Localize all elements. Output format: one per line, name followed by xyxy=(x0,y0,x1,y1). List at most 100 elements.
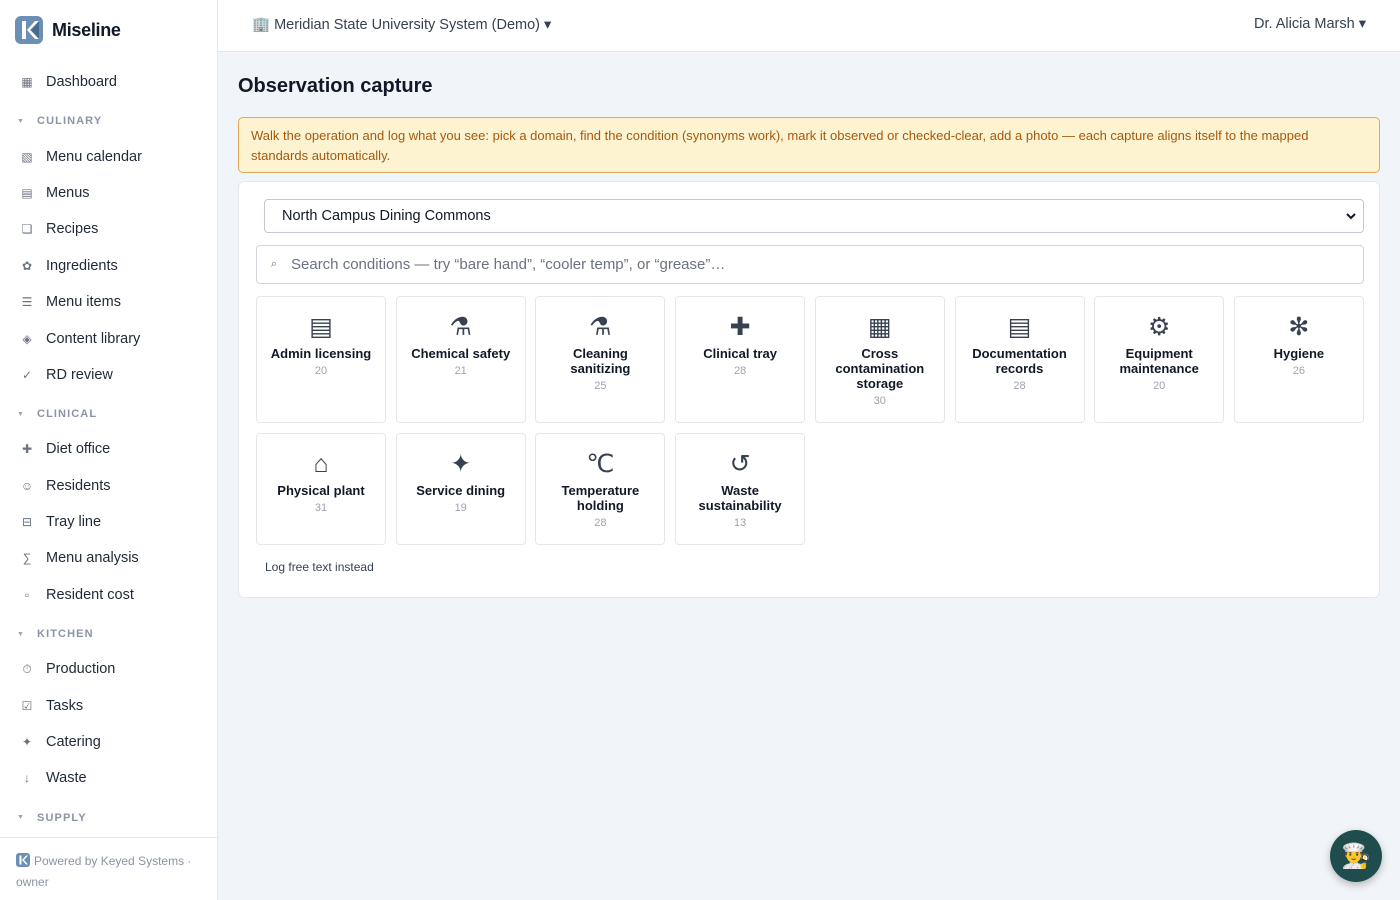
domain-name: Documentation records xyxy=(972,346,1067,376)
sidebar: Miseline ▦ Dashboard ▼ CULINARY ▧ Menu cale… xyxy=(0,0,218,900)
sidebar-item-tasks[interactable]: ☑ Tasks xyxy=(0,687,217,723)
sidebar-item-resident-cost[interactable]: ▫ Resident cost xyxy=(0,577,217,613)
domain-count: 30 xyxy=(873,395,886,407)
cross-icon: ✚ xyxy=(729,313,751,341)
sidebar-section-supply[interactable]: ▼ SUPPLY xyxy=(0,797,217,835)
sidebar-item-menu-items[interactable]: ☰ Menu items xyxy=(0,284,217,320)
domain-name: Service dining xyxy=(416,483,506,498)
domain-name: Waste sustainability xyxy=(698,483,782,513)
sidebar-item-catering[interactable]: ✦ Catering xyxy=(0,724,217,760)
chevron-down-icon xyxy=(1346,213,1356,220)
sidebar-item-ingredients[interactable]: ✿ Ingredients xyxy=(0,248,217,284)
check-icon: ✓ xyxy=(21,367,33,382)
flask-icon: ⚗ xyxy=(589,313,612,341)
topbar: 🏢 Meridian State University System (Demo… xyxy=(218,0,1400,52)
document-icon: ▤ xyxy=(1007,313,1032,341)
domain-tile-temperature-holding[interactable]: ℃ Temperature holding 28 xyxy=(535,433,666,545)
sidebar-item-label: Content library xyxy=(46,330,141,347)
search-input[interactable] xyxy=(291,256,1291,273)
sidebar-item-diet-office[interactable]: ✚ Diet office xyxy=(0,431,217,467)
domain-tile-chemical-safety[interactable]: ⚗ Chemical safety 21 xyxy=(395,296,526,423)
domain-count: 31 xyxy=(314,502,328,514)
sidebar-item-label: Waste xyxy=(46,770,87,787)
domain-tile-equipment-maintenance[interactable]: ⚙ Equipment maintenance 20 xyxy=(1094,296,1225,423)
book-icon: ❏ xyxy=(21,222,33,237)
user-role: owner xyxy=(16,875,49,889)
flower-icon: ✿ xyxy=(21,258,33,273)
recycle-icon: ↺ xyxy=(729,450,751,478)
caret-down-icon: ▼ xyxy=(17,117,26,125)
list-icon: ▤ xyxy=(21,185,33,200)
sidebar-section-title: CULINARY xyxy=(37,115,103,128)
sidebar-section-title: SUPPLY xyxy=(37,811,87,824)
domain-count: 28 xyxy=(733,365,747,377)
brand[interactable]: Miseline xyxy=(0,0,217,60)
location-select[interactable]: North Campus Dining Commons xyxy=(264,199,1364,233)
sidebar-section-culinary[interactable]: ▼ CULINARY xyxy=(0,100,217,138)
domain-name: Equipment maintenance xyxy=(1119,346,1199,376)
sidebar-item-waste[interactable]: ↓ Waste xyxy=(0,760,217,796)
powered-by-link[interactable]: Powered by Keyed Systems xyxy=(34,854,184,868)
sidebar-item-label: Tasks xyxy=(46,697,84,714)
domain-tile-service-dining[interactable]: ✦ Service dining 19 xyxy=(395,433,526,545)
brand-name: Miseline xyxy=(52,19,121,40)
domain-tile-cross-contamination-storage[interactable]: ▦ Cross contamination storage 30 xyxy=(814,296,945,423)
sidebar-item-production[interactable]: ⏱ Production xyxy=(0,651,217,687)
sidebar-item-label: Menus xyxy=(46,184,90,201)
domain-tile-hygiene[interactable]: ✻ Hygiene 26 xyxy=(1233,296,1364,423)
user-menu[interactable]: Dr. Alicia Marsh ▾ xyxy=(1254,16,1366,32)
sidebar-item-label: Production xyxy=(46,661,116,678)
domain-count: 28 xyxy=(1013,380,1026,392)
sidebar-section-clinical[interactable]: ▼ CLINICAL xyxy=(0,393,217,431)
sidebar-nav: ▦ Dashboard ▼ CULINARY ▧ Menu calendar ▤ Menu… xyxy=(0,64,217,836)
person-icon: ☺ xyxy=(20,478,34,493)
domain-tile-waste-sustainability[interactable]: ↺ Waste sustainability 13 xyxy=(675,433,806,545)
gear-icon: ⚙ xyxy=(1147,313,1171,341)
domain-tile-cleaning-sanitizing[interactable]: ⚗ Cleaning sanitizing 25 xyxy=(535,296,666,423)
org-switcher[interactable]: 🏢 Meridian State University System (Demo… xyxy=(252,16,551,33)
sidebar-item-residents[interactable]: ☺ Residents xyxy=(0,468,217,504)
house-icon: ⌂ xyxy=(313,450,329,478)
tray-icon: ⊟ xyxy=(21,515,33,530)
caret-down-icon: ▼ xyxy=(17,630,26,638)
domain-name: Temperature holding xyxy=(561,483,640,513)
domain-tile-clinical-tray[interactable]: ✚ Clinical tray 28 xyxy=(675,296,806,423)
square-icon: ▫ xyxy=(24,587,30,602)
domain-name: Physical plant xyxy=(277,483,365,498)
condition-search: ⌕ xyxy=(256,245,1364,284)
sidebar-item-recipes[interactable]: ❏ Recipes xyxy=(0,211,217,247)
assistant-chef-button[interactable]: 👨‍🍳 xyxy=(1330,830,1382,882)
sidebar-item-menu-calendar[interactable]: ▧ Menu calendar xyxy=(0,138,217,174)
instruction-notice: Walk the operation and log what you see:… xyxy=(238,117,1380,173)
sidebar-item-content-library[interactable]: ◈ Content library xyxy=(0,320,217,356)
sidebar-item-menus[interactable]: ▤ Menus xyxy=(0,175,217,211)
domain-tile-documentation-records[interactable]: ▤ Documentation records 28 xyxy=(954,296,1085,423)
arrow-down-icon: ↓ xyxy=(24,771,30,786)
diamond-icon: ◈ xyxy=(22,331,32,346)
sidebar-item-label: Residents xyxy=(46,477,111,494)
sidebar-section-title: CLINICAL xyxy=(37,408,98,421)
plus-icon: ✚ xyxy=(21,442,33,457)
domain-count: 21 xyxy=(454,365,467,377)
sidebar-item-tray-line[interactable]: ⊟ Tray line xyxy=(0,504,217,540)
sparkle-icon: ✦ xyxy=(450,450,472,478)
sidebar-item-label: Resident cost xyxy=(46,586,134,603)
domain-tile-admin-licensing[interactable]: ▤ Admin licensing 20 xyxy=(256,296,386,423)
page-title: Observation capture xyxy=(238,75,433,97)
grid-icon: ▦ xyxy=(21,75,33,90)
sidebar-item-label: Ingredients xyxy=(46,257,118,274)
sidebar-item-label: Tray line xyxy=(46,514,102,531)
log-free-text-link[interactable]: Log free text instead xyxy=(265,560,374,574)
domain-tile-physical-plant[interactable]: ⌂ Physical plant 31 xyxy=(256,433,386,545)
sidebar-item-inventory[interactable]: ⬡Inventory xyxy=(0,835,217,836)
sidebar-item-label: Menu analysis xyxy=(46,550,139,567)
sidebar-section-kitchen[interactable]: ▼ KITCHEN xyxy=(0,613,217,651)
sidebar-item-menu-analysis[interactable]: ∑ Menu analysis xyxy=(0,540,217,576)
location-select-value: North Campus Dining Commons xyxy=(282,208,491,224)
sidebar-item-dashboard[interactable]: ▦ Dashboard xyxy=(0,64,217,100)
sidebar-section-title: KITCHEN xyxy=(37,628,94,641)
domain-name: Cleaning sanitizing xyxy=(570,346,631,376)
sidebar-item-label: RD review xyxy=(46,366,113,383)
grid-icon: ▦ xyxy=(867,313,892,341)
sidebar-item-rd-review[interactable]: ✓ RD review xyxy=(0,357,217,393)
